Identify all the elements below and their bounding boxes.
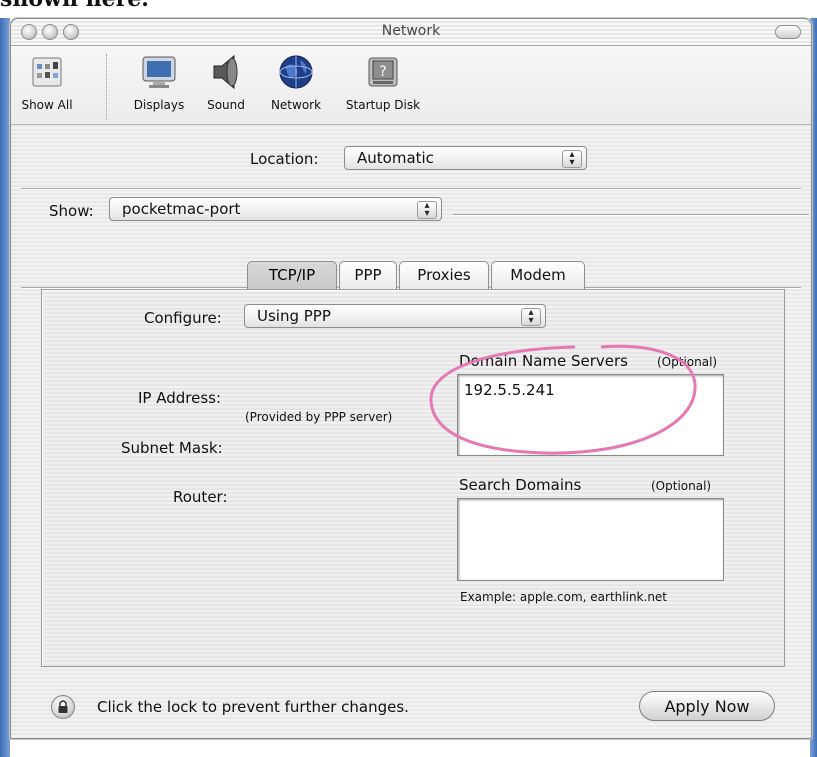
toolbar-label: Show All: [21, 98, 73, 112]
lock-button[interactable]: [51, 695, 75, 719]
toolbar-label: Displays: [133, 98, 185, 112]
toolbar-sound[interactable]: Sound: [201, 52, 251, 112]
search-domains-example: Example: apple.com, earthlink.net: [460, 590, 668, 604]
configure-value: Using PPP: [257, 307, 331, 325]
toolbar-displays[interactable]: Displays: [129, 52, 189, 112]
network-preferences-window: Network Show All Displays Sound Network …: [10, 18, 812, 739]
show-popup[interactable]: pocketmac-port ▴ ▾: [109, 197, 442, 221]
svg-text:?: ?: [379, 64, 386, 80]
subnet-mask-label: Subnet Mask:: [121, 439, 223, 457]
tab-proxies[interactable]: Proxies: [399, 261, 489, 289]
tab-tcpip[interactable]: TCP/IP: [247, 261, 337, 289]
toolbar-network[interactable]: Network: [261, 52, 331, 112]
annotation-circle: [429, 344, 697, 455]
popup-arrows-icon: ▴ ▾: [417, 201, 437, 219]
popup-arrows-icon: ▴ ▾: [521, 308, 541, 326]
location-value: Automatic: [357, 149, 434, 167]
toolbar-label: Sound: [207, 98, 245, 112]
tab-modem[interactable]: Modem: [491, 261, 585, 289]
displays-icon: [139, 52, 179, 92]
search-domains-title: Search Domains: [459, 476, 582, 494]
caption-text: shown here.: [0, 0, 149, 12]
lock-icon: [58, 700, 68, 713]
window-title: Network: [381, 23, 441, 39]
location-popup[interactable]: Automatic ▴ ▾: [344, 146, 587, 170]
router-label: Router:: [173, 488, 228, 506]
toolbar-show-all[interactable]: Show All: [13, 52, 81, 112]
sound-icon: [206, 52, 246, 92]
ip-address-hint: (Provided by PPP server): [245, 410, 393, 424]
lock-text: Click the lock to prevent further change…: [97, 698, 409, 716]
ip-address-label: IP Address:: [138, 389, 222, 407]
toolbar-label: Network: [270, 98, 322, 112]
tab-ppp[interactable]: PPP: [339, 261, 397, 289]
toolbar-startup-disk[interactable]: ? Startup Disk: [337, 52, 429, 112]
show-label: Show:: [49, 202, 94, 220]
toolbar-separator: [106, 54, 108, 120]
divider: [21, 188, 801, 190]
title-bar[interactable]: Network: [11, 19, 811, 46]
toolbar: Show All Displays Sound Network ? Startu…: [11, 46, 811, 125]
divider: [453, 214, 809, 216]
toolbar-label: Startup Disk: [345, 98, 421, 112]
show-all-icon: [27, 52, 67, 92]
footer: Click the lock to prevent further change…: [11, 683, 811, 738]
startup-disk-icon: ?: [363, 52, 403, 92]
show-value: pocketmac-port: [122, 200, 241, 218]
configure-label: Configure:: [144, 309, 222, 327]
location-label: Location:: [250, 150, 319, 168]
toolbar-toggle-button[interactable]: [775, 25, 801, 39]
desktop-background-left: [0, 18, 10, 757]
configure-popup[interactable]: Using PPP ▴ ▾: [244, 304, 546, 328]
popup-arrows-icon: ▴ ▾: [562, 150, 582, 168]
search-domains-optional: (Optional): [651, 479, 712, 493]
apply-now-button[interactable]: Apply Now: [639, 691, 775, 721]
search-domains-field[interactable]: [457, 498, 724, 581]
network-globe-icon: [276, 52, 316, 92]
